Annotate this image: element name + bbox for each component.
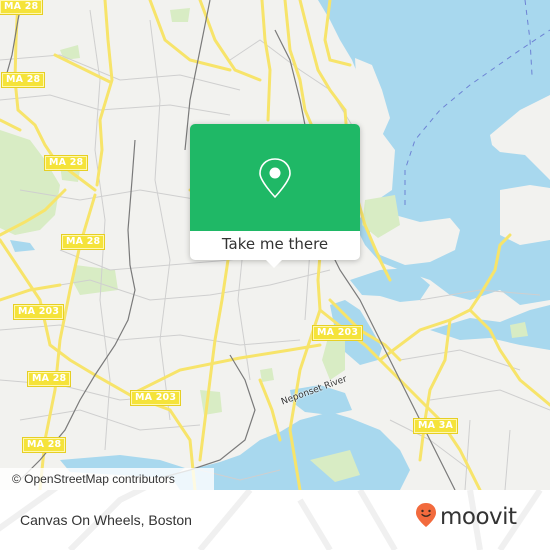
route-shield-ma-28: MA 28: [28, 372, 71, 386]
place-name: Canvas On Wheels, Boston: [20, 512, 192, 528]
moovit-logo[interactable]: moovit: [415, 502, 517, 532]
route-shield-ma-28: MA 28: [62, 235, 105, 249]
route-shield-ma-28: MA 28: [45, 156, 88, 170]
map-view[interactable]: MA 28 MA 28 MA 28 MA 28 MA 203 MA 28 MA …: [0, 0, 550, 490]
moovit-smile-pin-icon: [415, 502, 437, 532]
route-shield-ma-3a: MA 3A: [414, 419, 458, 433]
brand-name: moovit: [440, 504, 517, 530]
location-popup: Take me there: [190, 124, 360, 268]
route-shield-ma-203: MA 203: [131, 391, 181, 405]
route-shield-ma-28: MA 28: [23, 438, 66, 452]
popup-header: [190, 124, 360, 231]
route-shield-ma-28: MA 28: [0, 0, 43, 14]
route-shield-ma-203: MA 203: [313, 326, 363, 340]
footer: Canvas On Wheels, Boston moovit: [0, 490, 550, 550]
map-attribution[interactable]: © OpenStreetMap contributors: [0, 468, 214, 490]
route-shield-ma-203: MA 203: [14, 305, 64, 319]
route-shield-ma-28: MA 28: [2, 73, 45, 87]
popup-pointer: [265, 259, 283, 268]
take-me-there-button[interactable]: Take me there: [190, 231, 360, 260]
